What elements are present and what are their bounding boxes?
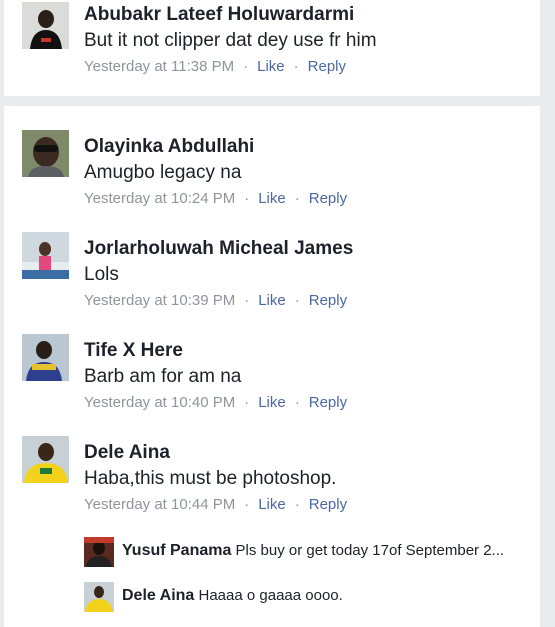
like-link[interactable]: Like bbox=[258, 394, 286, 411]
avatar[interactable] bbox=[84, 582, 114, 612]
comment-card-main: Olayinka Abdullahi Amugbo legacy na Yest… bbox=[4, 106, 540, 627]
avatar[interactable] bbox=[84, 537, 114, 567]
separator-dot: · bbox=[244, 394, 250, 411]
comment-timestamp[interactable]: Yesterday at 10:24 PM bbox=[84, 190, 235, 207]
reply-link[interactable]: Reply bbox=[309, 496, 347, 513]
comment-text: Barb am for am na bbox=[84, 366, 242, 387]
separator-dot: · bbox=[294, 292, 300, 309]
reply-line: Yusuf Panama Pls buy or get today 17of S… bbox=[122, 542, 504, 560]
separator-dot: · bbox=[243, 58, 249, 75]
commenter-name[interactable]: Jorlarholuwah Micheal James bbox=[84, 238, 353, 260]
separator-dot: · bbox=[294, 190, 300, 207]
comment-timestamp[interactable]: Yesterday at 11:38 PM bbox=[84, 58, 234, 75]
reply-text: Pls buy or get today 17of September 2... bbox=[235, 542, 505, 559]
reply-text: Haaaa o gaaaa oooo. bbox=[198, 587, 343, 604]
avatar[interactable] bbox=[22, 436, 69, 483]
separator-dot: · bbox=[244, 292, 250, 309]
comment-text: Lols bbox=[84, 264, 119, 285]
comment-meta: Yesterday at 10:40 PM · Like · Reply bbox=[84, 394, 347, 411]
separator-dot: · bbox=[293, 58, 299, 75]
comment-timestamp[interactable]: Yesterday at 10:39 PM bbox=[84, 292, 235, 309]
separator-dot: · bbox=[294, 496, 300, 513]
like-link[interactable]: Like bbox=[258, 496, 286, 513]
separator-dot: · bbox=[294, 394, 300, 411]
commenter-name[interactable]: Tife X Here bbox=[84, 340, 183, 362]
reply-link[interactable]: Reply bbox=[309, 190, 347, 207]
reply-author[interactable]: Yusuf Panama bbox=[122, 542, 231, 559]
page-edge bbox=[540, 0, 555, 623]
like-link[interactable]: Like bbox=[258, 292, 286, 309]
avatar[interactable] bbox=[22, 232, 69, 279]
commenter-name[interactable]: Abubakr Lateef Holuwardarmi bbox=[84, 4, 354, 26]
comment-card-top: Abubakr Lateef Holuwardarmi But it not c… bbox=[4, 0, 540, 96]
avatar[interactable] bbox=[22, 130, 69, 177]
comment-timestamp[interactable]: Yesterday at 10:44 PM bbox=[84, 496, 235, 513]
separator-dot: · bbox=[244, 190, 250, 207]
avatar[interactable] bbox=[22, 334, 69, 381]
reply-link[interactable]: Reply bbox=[309, 394, 347, 411]
comment-text: Amugbo legacy na bbox=[84, 162, 242, 183]
reply-item[interactable]: Dele Aina Haaaa o gaaaa oooo. bbox=[84, 582, 534, 612]
commenter-name[interactable]: Olayinka Abdullahi bbox=[84, 136, 254, 158]
comment-meta: Yesterday at 10:24 PM · Like · Reply bbox=[84, 190, 347, 207]
reply-author[interactable]: Dele Aina bbox=[122, 587, 194, 604]
separator-dot: · bbox=[244, 496, 250, 513]
comment-meta: Yesterday at 11:38 PM · Like · Reply bbox=[84, 58, 346, 75]
comment-meta: Yesterday at 10:39 PM · Like · Reply bbox=[84, 292, 347, 309]
avatar[interactable] bbox=[22, 2, 69, 49]
like-link[interactable]: Like bbox=[258, 190, 286, 207]
commenter-name[interactable]: Dele Aina bbox=[84, 442, 170, 464]
comment-meta: Yesterday at 10:44 PM · Like · Reply bbox=[84, 496, 347, 513]
reply-link[interactable]: Reply bbox=[309, 292, 347, 309]
like-link[interactable]: Like bbox=[257, 58, 285, 75]
reply-item[interactable]: Yusuf Panama Pls buy or get today 17of S… bbox=[84, 537, 534, 567]
reply-line: Dele Aina Haaaa o gaaaa oooo. bbox=[122, 587, 343, 605]
comment-text: But it not clipper dat dey use fr him bbox=[84, 30, 377, 51]
comment-text: Haba,this must be photoshop. bbox=[84, 468, 337, 489]
comment-timestamp[interactable]: Yesterday at 10:40 PM bbox=[84, 394, 235, 411]
reply-link[interactable]: Reply bbox=[308, 58, 346, 75]
